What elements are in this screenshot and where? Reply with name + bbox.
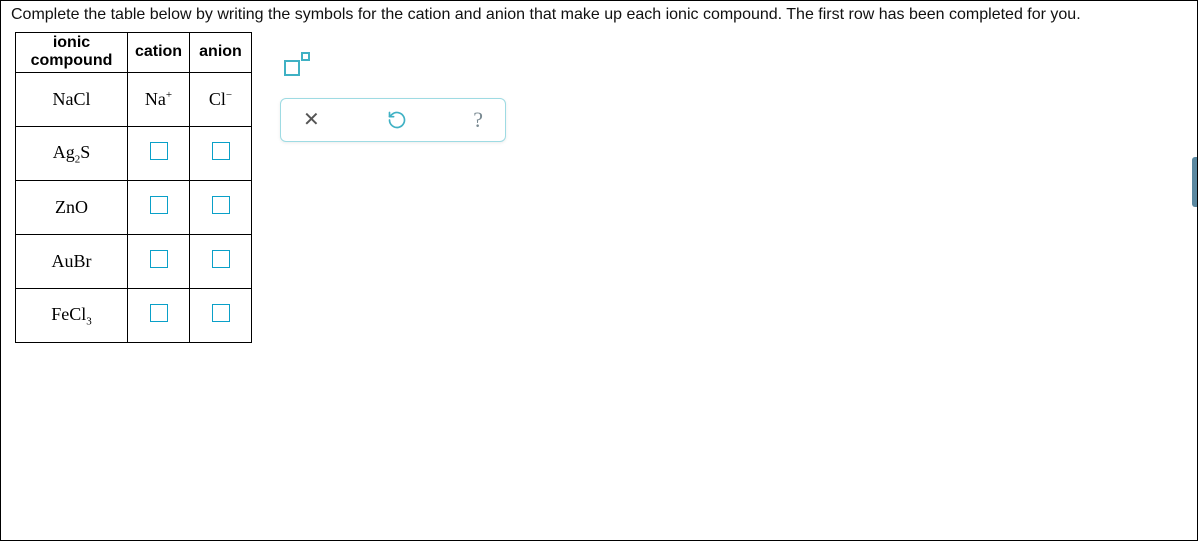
compound-cell: Ag2S: [16, 126, 128, 180]
cation-input[interactable]: [150, 196, 168, 214]
cation-cell[interactable]: [128, 126, 190, 180]
scrollbar-thumb[interactable]: [1192, 157, 1197, 207]
cation-cell: Na+: [128, 72, 190, 126]
cation-input[interactable]: [150, 304, 168, 322]
col-header-cation: cation: [128, 32, 190, 72]
table-row: ZnO: [16, 180, 252, 234]
table-row: Ag2S: [16, 126, 252, 180]
col-header-compound: ioniccompound: [16, 32, 128, 72]
help-icon[interactable]: ?: [473, 109, 483, 131]
action-toolbar: ✕ ?: [280, 98, 506, 142]
col-header-anion: anion: [190, 32, 252, 72]
cation-input[interactable]: [150, 142, 168, 160]
anion-input[interactable]: [212, 250, 230, 268]
instruction-text: Complete the table below by writing the …: [1, 1, 1197, 28]
anion-input[interactable]: [212, 196, 230, 214]
anion-cell: Cl−: [190, 72, 252, 126]
undo-icon[interactable]: [387, 110, 407, 130]
cation-cell[interactable]: [128, 180, 190, 234]
compound-cell: AuBr: [16, 234, 128, 288]
table-row: FeCl3: [16, 288, 252, 342]
cation-cell[interactable]: [128, 288, 190, 342]
anion-cell[interactable]: [190, 126, 252, 180]
ionic-table: ioniccompound cation anion NaClNa+Cl−Ag2…: [15, 32, 252, 343]
anion-input[interactable]: [212, 304, 230, 322]
anion-cell[interactable]: [190, 234, 252, 288]
clear-icon[interactable]: ✕: [303, 110, 320, 130]
cation-cell[interactable]: [128, 234, 190, 288]
compound-cell: FeCl3: [16, 288, 128, 342]
anion-cell[interactable]: [190, 180, 252, 234]
compound-cell: ZnO: [16, 180, 128, 234]
table-row: NaClNa+Cl−: [16, 72, 252, 126]
anion-cell[interactable]: [190, 288, 252, 342]
superscript-icon[interactable]: [284, 52, 310, 76]
table-body: NaClNa+Cl−Ag2SZnOAuBrFeCl3: [16, 72, 252, 342]
anion-input[interactable]: [212, 142, 230, 160]
cation-input[interactable]: [150, 250, 168, 268]
compound-cell: NaCl: [16, 72, 128, 126]
table-row: AuBr: [16, 234, 252, 288]
